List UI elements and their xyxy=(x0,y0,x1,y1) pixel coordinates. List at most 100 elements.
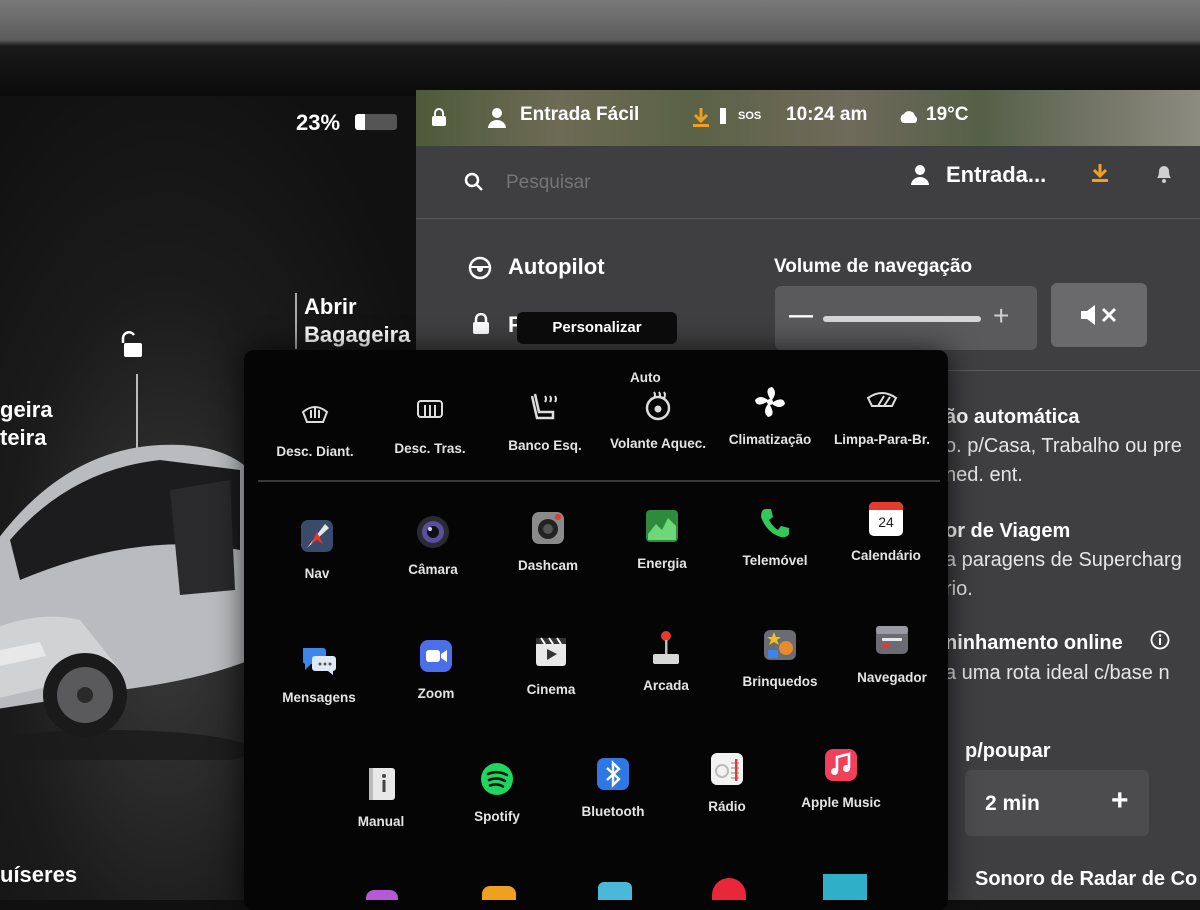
trunk-label-line2: Bagageira xyxy=(304,322,411,347)
info-icon[interactable] xyxy=(1150,630,1170,650)
manual-icon xyxy=(369,768,395,800)
app-dashcam[interactable]: Dashcam xyxy=(488,510,608,573)
setting-title-online-routing: ninhamento online xyxy=(945,632,1123,654)
app-label: Brinquedos xyxy=(742,674,818,689)
setting-desc-online-routing: a uma rota ideal c/base n xyxy=(945,662,1170,684)
app-spotify[interactable]: Spotify xyxy=(437,761,557,824)
cruise-label: uíseres xyxy=(0,862,78,887)
time-stepper[interactable]: 2 min + xyxy=(965,770,1149,836)
profile-name[interactable]: Entrada Fácil xyxy=(520,104,639,126)
fan-icon xyxy=(755,387,785,417)
trunk-label-line1: Abrir xyxy=(304,294,357,319)
app-label: Manual xyxy=(357,814,405,829)
radio-icon xyxy=(711,753,743,785)
unlock-icon[interactable] xyxy=(118,330,148,360)
app-calendar[interactable]: 24 Calendário xyxy=(826,502,946,563)
quick-steering-heater[interactable]: Volante Aquec. xyxy=(598,388,718,451)
app-label: Desc. Tras. xyxy=(394,441,466,456)
energy-icon xyxy=(646,510,678,542)
app-label: Navegador xyxy=(857,670,927,685)
app-label: Câmara xyxy=(408,562,458,577)
app-manual[interactable]: Manual xyxy=(321,766,441,829)
app-label: Climatização xyxy=(728,432,812,447)
app-label: Limpa-Para-Br. xyxy=(833,432,931,447)
seat-heater-icon xyxy=(530,393,557,420)
zoom-icon xyxy=(420,640,452,672)
mute-button[interactable] xyxy=(1051,283,1147,347)
app-energy[interactable]: Energia xyxy=(602,508,722,571)
phone-signal-icon xyxy=(720,108,726,124)
app-label: Bluetooth xyxy=(581,804,645,819)
setting-desc-trip-planner-2: rio. xyxy=(945,578,973,600)
download-icon[interactable] xyxy=(690,106,712,128)
app-label: Telemóvel xyxy=(742,553,808,568)
toybox-icon xyxy=(764,630,796,660)
app-label: Banco Esq. xyxy=(508,438,582,453)
navigation-volume-slider[interactable]: — + xyxy=(775,286,1037,350)
partial-app-icon[interactable] xyxy=(598,882,632,900)
front-defrost-icon xyxy=(301,406,329,423)
app-browser[interactable]: Navegador xyxy=(832,622,952,685)
app-label: Zoom xyxy=(417,686,455,701)
quick-seat-heater[interactable]: Banco Esq. xyxy=(485,390,605,453)
volume-minus-button[interactable]: — xyxy=(789,302,813,330)
spotify-icon xyxy=(481,763,513,795)
bell-icon[interactable] xyxy=(1154,162,1174,184)
app-zoom[interactable]: Zoom xyxy=(376,638,496,701)
setting-title-save-time: p/poupar xyxy=(965,740,1051,762)
quick-climate[interactable]: Climatização xyxy=(710,384,830,447)
volume-plus-button[interactable]: + xyxy=(993,300,1009,332)
search-input[interactable] xyxy=(504,168,828,198)
app-apple-music[interactable]: Apple Music xyxy=(781,747,901,810)
app-label: Mensagens xyxy=(282,690,356,705)
app-nav[interactable]: Nav xyxy=(257,518,377,581)
setting-title-auto-nav: ão automática xyxy=(945,406,1080,428)
camera-icon xyxy=(417,516,449,548)
app-label: Calendário xyxy=(851,548,921,563)
app-phone[interactable]: Telemóvel xyxy=(715,505,835,568)
quick-wipers[interactable]: Limpa-Para-Br. xyxy=(822,384,942,447)
app-messages[interactable]: Mensagens xyxy=(259,642,379,705)
stepper-plus-button[interactable]: + xyxy=(1111,784,1129,818)
app-bluetooth[interactable]: Bluetooth xyxy=(553,756,673,819)
app-label: Nav xyxy=(304,566,330,581)
app-radio[interactable]: Rádio xyxy=(667,751,787,814)
apple-music-icon xyxy=(825,749,857,781)
app-label: Apple Music xyxy=(801,795,881,810)
menu-item-autopilot[interactable]: Autopilot xyxy=(508,254,605,280)
quick-front-defrost[interactable]: Desc. Diant. xyxy=(255,396,375,459)
volume-track[interactable] xyxy=(823,316,981,322)
cinema-icon xyxy=(536,637,566,666)
quick-rear-defrost[interactable]: Desc. Tras. xyxy=(370,393,490,456)
setting-title-trip-planner: or de Viagem xyxy=(945,520,1071,542)
app-toybox[interactable]: Brinquedos xyxy=(720,626,840,689)
app-label: Dashcam xyxy=(517,558,579,573)
app-camera[interactable]: Câmara xyxy=(373,514,493,577)
cloud-icon xyxy=(900,111,918,123)
battery-icon xyxy=(355,114,397,130)
partial-app-icon[interactable] xyxy=(482,886,516,900)
arcade-icon xyxy=(653,631,679,664)
car-3d-model xyxy=(0,444,250,760)
rear-defrost-icon xyxy=(417,400,443,418)
phone-icon xyxy=(761,509,789,538)
app-arcade[interactable]: Arcada xyxy=(606,630,726,693)
lock-icon[interactable] xyxy=(428,106,450,128)
nav-icon xyxy=(301,520,333,552)
app-cinema[interactable]: Cinema xyxy=(491,634,611,697)
clock: 10:24 am xyxy=(786,104,868,125)
steering-wheel-icon xyxy=(468,256,492,280)
open-trunk-button[interactable]: Abrir Bagageira xyxy=(295,293,410,349)
launcher-divider xyxy=(258,480,940,482)
setting-desc-auto-nav-2: ned. ent. xyxy=(945,464,1023,486)
app-label: Arcada xyxy=(643,678,689,693)
user-profile-button[interactable]: Entrada... xyxy=(946,162,1046,188)
partial-app-icon[interactable] xyxy=(823,874,867,900)
download-icon[interactable] xyxy=(1089,162,1111,184)
outside-temperature: 19°C xyxy=(926,104,969,125)
customize-tooltip: Personalizar xyxy=(517,312,677,344)
app-label: Cinema xyxy=(526,682,576,697)
partial-app-icon[interactable] xyxy=(366,890,398,900)
stepper-value: 2 min xyxy=(985,792,1040,815)
search-icon[interactable] xyxy=(464,172,484,192)
